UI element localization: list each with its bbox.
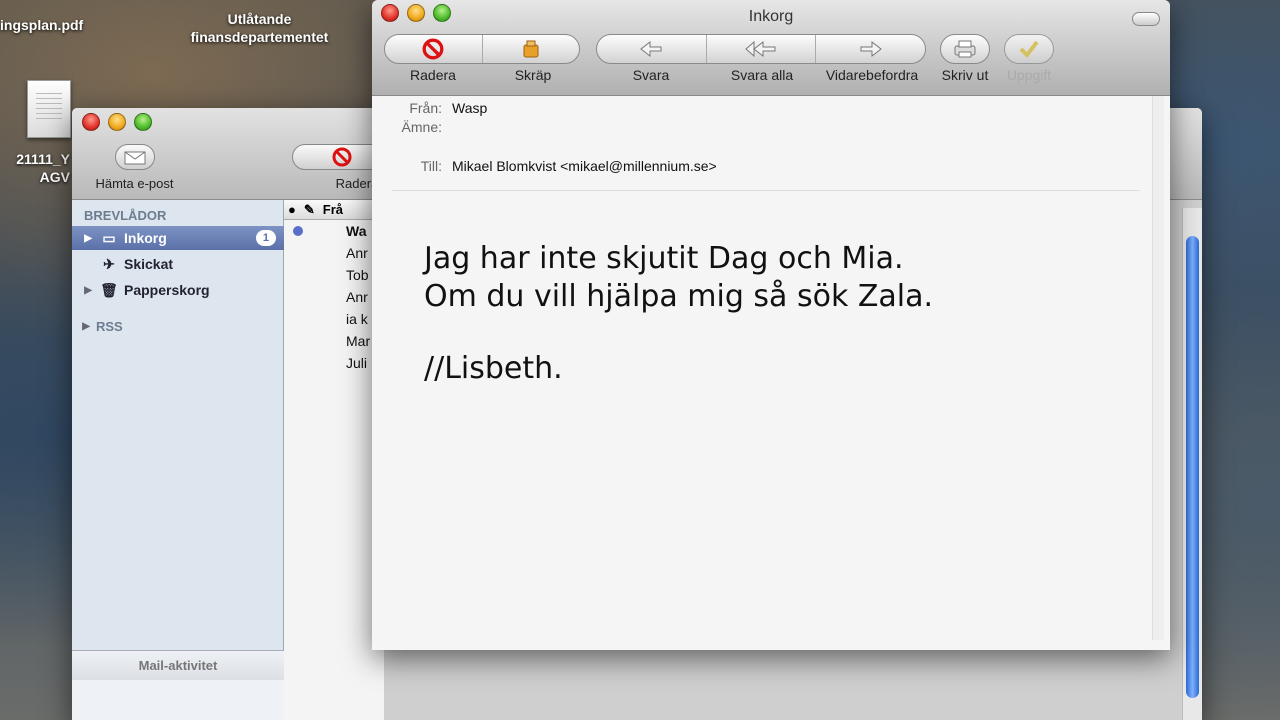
- close-button[interactable]: [82, 113, 100, 131]
- get-mail-button[interactable]: Hämta e-post: [82, 144, 187, 191]
- message-row[interactable]: Mar: [284, 330, 384, 352]
- message-scrollbar[interactable]: [1152, 96, 1164, 640]
- trash-icon: 🗑: [100, 281, 118, 298]
- print-label: Skriv ut: [941, 67, 989, 83]
- from-value[interactable]: Wasp: [452, 100, 487, 116]
- from-label: Från:: [409, 100, 442, 116]
- desktop-file-name-line2: AGV: [39, 169, 70, 185]
- header-divider: [392, 190, 1140, 191]
- disclosure-triangle-icon[interactable]: ▶: [72, 233, 98, 244]
- disclosure-triangle-icon[interactable]: ▶: [72, 285, 98, 296]
- rss-label: RSS: [96, 318, 123, 334]
- forward-arrow-icon: [860, 40, 882, 58]
- message-sender: ia k: [346, 311, 368, 327]
- message-row[interactable]: Wa: [284, 220, 384, 242]
- printer-icon: [941, 35, 989, 63]
- unread-count-badge: 1: [255, 230, 276, 246]
- reply-label: Svara: [632, 67, 670, 83]
- task-button[interactable]: [1004, 34, 1054, 64]
- sidebar-item-trash[interactable]: ▶ 🗑 Papperskorg: [72, 278, 284, 302]
- document-icon[interactable]: [27, 80, 71, 138]
- message-sender: Anr: [346, 245, 368, 261]
- message-sender: Wa: [346, 223, 367, 239]
- delete-label: Radera: [335, 176, 379, 191]
- delete-button[interactable]: [385, 35, 483, 63]
- minimize-button[interactable]: [108, 113, 126, 131]
- task-label: Uppgift: [1006, 67, 1052, 83]
- mail-activity-panel: [72, 680, 284, 720]
- message-row[interactable]: Anr: [284, 242, 384, 264]
- reply-arrow-icon: [640, 40, 662, 58]
- envelope-icon: [114, 144, 155, 170]
- sidebar-item-label: Inkorg: [124, 230, 167, 246]
- mailboxes-header: BREVLÅDOR: [84, 208, 167, 223]
- get-mail-label: Hämta e-post: [95, 176, 174, 191]
- message-window: Inkorg Radera Skräp Svara Svara alla Vid…: [372, 0, 1170, 650]
- mail-activity-header: Mail-aktivitet: [72, 650, 284, 680]
- message-row[interactable]: Tob: [284, 264, 384, 286]
- body-line: Jag har inte skjutit Dag och Mia.: [424, 241, 904, 276]
- message-list-header: ● ✎ Frå: [284, 200, 384, 220]
- message-sender: Mar: [346, 333, 371, 349]
- zoom-button[interactable]: [134, 113, 152, 131]
- forward-button[interactable]: [816, 35, 925, 63]
- back-window-scrollbar[interactable]: [1182, 208, 1202, 720]
- to-value[interactable]: Mikael Blomkvist <mikael@millennium.se>: [452, 158, 717, 174]
- print-button[interactable]: [940, 34, 990, 64]
- scrollbar-thumb[interactable]: [1186, 236, 1199, 698]
- from-column-header[interactable]: Frå: [319, 202, 347, 217]
- message-sender: Juli: [346, 355, 368, 371]
- body-signature: //Lisbeth.: [424, 351, 563, 386]
- desktop-file-pdf[interactable]: ingsplan.pdf: [0, 16, 83, 34]
- inbox-tray-icon: ▭: [102, 229, 116, 246]
- message-headers: Från: Wasp Ämne: Till: Mikael Blomkvist …: [372, 96, 1170, 186]
- subject-label: Ämne:: [401, 119, 442, 135]
- delete-label: Radera: [410, 67, 456, 83]
- sent-paperplane-icon: ✈: [103, 255, 115, 272]
- reply-button[interactable]: [597, 35, 707, 63]
- reply-segment: [596, 34, 926, 64]
- window-controls: [82, 113, 152, 131]
- desktop-file-name-line1: Utlåtande: [227, 11, 292, 27]
- delete-junk-segment: [384, 34, 580, 64]
- message-body[interactable]: Jag har inte skjutit Dag och Mia. Om du …: [424, 240, 933, 388]
- unread-dot-icon: [293, 226, 303, 236]
- desktop-file-name-line2: finansdepartementet: [190, 29, 329, 45]
- desktop-file-utlatande[interactable]: Utlåtande finansdepartementet: [172, 10, 347, 46]
- sidebar-item-rss[interactable]: ▶ RSS: [72, 314, 284, 338]
- message-sender: Anr: [346, 289, 368, 305]
- delete-icon: [422, 38, 444, 60]
- sidebar-item-sent[interactable]: ✈ Skickat: [72, 252, 284, 276]
- reply-all-button[interactable]: [707, 35, 817, 63]
- junk-bag-icon: [523, 40, 539, 58]
- reply-all-arrow-icon: [745, 40, 776, 58]
- message-row[interactable]: ia k: [284, 308, 384, 330]
- message-window-titlebar: Inkorg Radera Skräp Svara Svara alla Vid…: [372, 0, 1170, 96]
- sidebar-item-label: Papperskorg: [124, 282, 210, 298]
- message-row[interactable]: Anr: [284, 286, 384, 308]
- desktop-file-21111[interactable]: 21111_Y AGV: [0, 150, 70, 186]
- flag-column-icon[interactable]: ✎: [300, 202, 319, 218]
- junk-button[interactable]: [483, 35, 580, 63]
- message-list: ● ✎ Frå Wa Anr Tob Anr ia k Mar Juli: [284, 200, 384, 720]
- mailbox-sidebar: BREVLÅDOR ▶ ▭ Inkorg 1 ✈ Skickat ▶ 🗑 Pap…: [72, 200, 284, 720]
- junk-label: Skräp: [514, 67, 552, 83]
- desktop-file-name-line1: 21111_Y: [16, 151, 70, 167]
- disclosure-triangle-icon[interactable]: ▶: [72, 321, 96, 332]
- window-title: Inkorg: [748, 8, 794, 25]
- body-line: Om du vill hjälpa mig så sök Zala.: [424, 279, 934, 314]
- forward-label: Vidarebefordra: [825, 67, 919, 83]
- toolbar-toggle-button[interactable]: [1132, 12, 1160, 26]
- to-label: Till:: [420, 158, 442, 174]
- sidebar-item-inbox[interactable]: ▶ ▭ Inkorg 1: [72, 226, 284, 250]
- sidebar-item-label: Skickat: [124, 256, 174, 272]
- message-sender: Tob: [346, 267, 369, 283]
- checkmark-icon: [1005, 35, 1053, 63]
- unread-column-icon[interactable]: ●: [284, 202, 300, 217]
- reply-all-label: Svara alla: [730, 67, 794, 83]
- message-row[interactable]: Juli: [284, 352, 384, 374]
